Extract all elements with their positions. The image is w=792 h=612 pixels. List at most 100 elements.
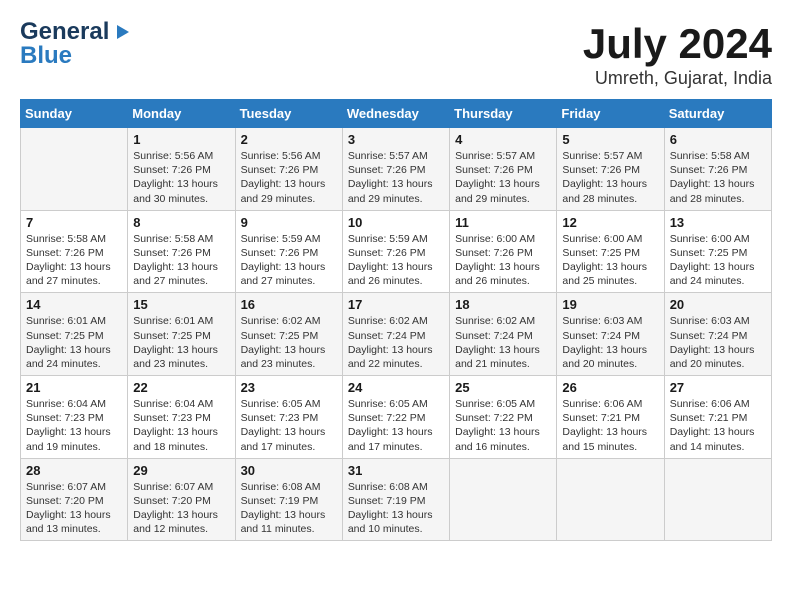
day-number: 12	[562, 215, 658, 230]
day-number: 30	[241, 463, 337, 478]
calendar-cell: 17 Sunrise: 6:02 AM Sunset: 7:24 PM Dayli…	[342, 293, 449, 376]
day-info: Sunrise: 6:01 AM Sunset: 7:25 PM Dayligh…	[26, 314, 122, 371]
column-header-monday: Monday	[128, 100, 235, 128]
day-info: Sunrise: 6:05 AM Sunset: 7:23 PM Dayligh…	[241, 397, 337, 454]
calendar-cell: 24Sunrise: 6:05 AM Sunset: 7:22 PM Dayli…	[342, 376, 449, 459]
day-number: 16	[241, 297, 337, 312]
calendar-cell: 7 Sunrise: 5:58 AM Sunset: 7:26 PM Daylig…	[21, 210, 128, 293]
day-number: 6	[670, 132, 766, 147]
calendar-cell: 6 Sunrise: 5:58 AM Sunset: 7:26 PM Daylig…	[664, 128, 771, 211]
day-number: 20	[670, 297, 766, 312]
calendar-header-row: SundayMondayTuesdayWednesdayThursdayFrid…	[21, 100, 772, 128]
day-number: 3	[348, 132, 444, 147]
day-info: Sunrise: 6:07 AM Sunset: 7:20 PM Dayligh…	[26, 480, 122, 537]
day-info: Sunrise: 5:56 AM Sunset: 7:26 PM Dayligh…	[133, 149, 229, 206]
day-number: 15	[133, 297, 229, 312]
day-number: 19	[562, 297, 658, 312]
day-info: Sunrise: 5:56 AM Sunset: 7:26 PM Dayligh…	[241, 149, 337, 206]
day-info: Sunrise: 6:00 AM Sunset: 7:26 PM Dayligh…	[455, 232, 551, 289]
day-number: 25	[455, 380, 551, 395]
calendar-cell: 30 Sunrise: 6:08 AM Sunset: 7:19 PM Dayli…	[235, 458, 342, 541]
day-number: 31	[348, 463, 444, 478]
calendar-cell: 10Sunrise: 5:59 AM Sunset: 7:26 PM Dayli…	[342, 210, 449, 293]
calendar-cell: 4 Sunrise: 5:57 AM Sunset: 7:26 PM Daylig…	[450, 128, 557, 211]
day-info: Sunrise: 5:59 AM Sunset: 7:26 PM Dayligh…	[348, 232, 444, 289]
calendar-cell: 20 Sunrise: 6:03 AM Sunset: 7:24 PM Dayli…	[664, 293, 771, 376]
calendar-cell: 9Sunrise: 5:59 AM Sunset: 7:26 PM Daylig…	[235, 210, 342, 293]
calendar-cell: 23 Sunrise: 6:05 AM Sunset: 7:23 PM Dayli…	[235, 376, 342, 459]
day-number: 1	[133, 132, 229, 147]
calendar-cell: 2 Sunrise: 5:56 AM Sunset: 7:26 PM Daylig…	[235, 128, 342, 211]
column-header-saturday: Saturday	[664, 100, 771, 128]
day-info: Sunrise: 6:05 AM Sunset: 7:22 PM Dayligh…	[455, 397, 551, 454]
calendar-cell	[557, 458, 664, 541]
day-number: 2	[241, 132, 337, 147]
calendar-cell: 19 Sunrise: 6:03 AM Sunset: 7:24 PM Dayli…	[557, 293, 664, 376]
day-info: Sunrise: 6:01 AM Sunset: 7:25 PM Dayligh…	[133, 314, 229, 371]
day-number: 21	[26, 380, 122, 395]
day-number: 13	[670, 215, 766, 230]
calendar-cell: 31Sunrise: 6:08 AM Sunset: 7:19 PM Dayli…	[342, 458, 449, 541]
day-number: 14	[26, 297, 122, 312]
day-info: Sunrise: 5:58 AM Sunset: 7:26 PM Dayligh…	[26, 232, 122, 289]
day-info: Sunrise: 5:57 AM Sunset: 7:26 PM Dayligh…	[455, 149, 551, 206]
month-year-title: July 2024	[583, 20, 772, 68]
day-info: Sunrise: 6:02 AM Sunset: 7:24 PM Dayligh…	[455, 314, 551, 371]
calendar-week-row: 7 Sunrise: 5:58 AM Sunset: 7:26 PM Daylig…	[21, 210, 772, 293]
calendar-cell: 29Sunrise: 6:07 AM Sunset: 7:20 PM Dayli…	[128, 458, 235, 541]
day-info: Sunrise: 6:00 AM Sunset: 7:25 PM Dayligh…	[670, 232, 766, 289]
calendar-cell: 3 Sunrise: 5:57 AM Sunset: 7:26 PM Daylig…	[342, 128, 449, 211]
day-number: 27	[670, 380, 766, 395]
day-number: 22	[133, 380, 229, 395]
logo-text: General	[20, 20, 109, 44]
day-info: Sunrise: 6:04 AM Sunset: 7:23 PM Dayligh…	[26, 397, 122, 454]
day-number: 7	[26, 215, 122, 230]
day-info: Sunrise: 6:08 AM Sunset: 7:19 PM Dayligh…	[241, 480, 337, 537]
location-subtitle: Umreth, Gujarat, India	[583, 68, 772, 89]
day-info: Sunrise: 6:02 AM Sunset: 7:24 PM Dayligh…	[348, 314, 444, 371]
day-number: 18	[455, 297, 551, 312]
day-info: Sunrise: 6:02 AM Sunset: 7:25 PM Dayligh…	[241, 314, 337, 371]
calendar-cell: 13 Sunrise: 6:00 AM Sunset: 7:25 PM Dayli…	[664, 210, 771, 293]
calendar-cell: 25 Sunrise: 6:05 AM Sunset: 7:22 PM Dayli…	[450, 376, 557, 459]
calendar-cell: 22 Sunrise: 6:04 AM Sunset: 7:23 PM Dayli…	[128, 376, 235, 459]
day-info: Sunrise: 5:58 AM Sunset: 7:26 PM Dayligh…	[670, 149, 766, 206]
day-info: Sunrise: 5:57 AM Sunset: 7:26 PM Dayligh…	[348, 149, 444, 206]
day-number: 4	[455, 132, 551, 147]
calendar-cell: 18 Sunrise: 6:02 AM Sunset: 7:24 PM Dayli…	[450, 293, 557, 376]
day-info: Sunrise: 6:00 AM Sunset: 7:25 PM Dayligh…	[562, 232, 658, 289]
calendar-cell: 12 Sunrise: 6:00 AM Sunset: 7:25 PM Dayli…	[557, 210, 664, 293]
day-number: 24	[348, 380, 444, 395]
day-info: Sunrise: 5:58 AM Sunset: 7:26 PM Dayligh…	[133, 232, 229, 289]
day-number: 23	[241, 380, 337, 395]
calendar-cell: 21 Sunrise: 6:04 AM Sunset: 7:23 PM Dayli…	[21, 376, 128, 459]
day-number: 9	[241, 215, 337, 230]
day-info: Sunrise: 6:03 AM Sunset: 7:24 PM Dayligh…	[670, 314, 766, 371]
day-info: Sunrise: 6:03 AM Sunset: 7:24 PM Dayligh…	[562, 314, 658, 371]
day-info: Sunrise: 6:04 AM Sunset: 7:23 PM Dayligh…	[133, 397, 229, 454]
logo-blue-text: Blue	[20, 44, 72, 68]
day-number: 5	[562, 132, 658, 147]
calendar-week-row: 14 Sunrise: 6:01 AM Sunset: 7:25 PM Dayli…	[21, 293, 772, 376]
day-number: 11	[455, 215, 551, 230]
day-info: Sunrise: 5:57 AM Sunset: 7:26 PM Dayligh…	[562, 149, 658, 206]
day-number: 8	[133, 215, 229, 230]
day-number: 28	[26, 463, 122, 478]
calendar-cell: 8 Sunrise: 5:58 AM Sunset: 7:26 PM Daylig…	[128, 210, 235, 293]
calendar-week-row: 21 Sunrise: 6:04 AM Sunset: 7:23 PM Dayli…	[21, 376, 772, 459]
calendar-cell: 1 Sunrise: 5:56 AM Sunset: 7:26 PM Daylig…	[128, 128, 235, 211]
calendar-cell: 5 Sunrise: 5:57 AM Sunset: 7:26 PM Daylig…	[557, 128, 664, 211]
calendar-cell: 14 Sunrise: 6:01 AM Sunset: 7:25 PM Dayli…	[21, 293, 128, 376]
column-header-tuesday: Tuesday	[235, 100, 342, 128]
day-number: 26	[562, 380, 658, 395]
column-header-sunday: Sunday	[21, 100, 128, 128]
calendar-title-block: July 2024 Umreth, Gujarat, India	[583, 20, 772, 89]
calendar-week-row: 1 Sunrise: 5:56 AM Sunset: 7:26 PM Daylig…	[21, 128, 772, 211]
calendar-cell: 27Sunrise: 6:06 AM Sunset: 7:21 PM Dayli…	[664, 376, 771, 459]
column-header-thursday: Thursday	[450, 100, 557, 128]
calendar-cell: 16 Sunrise: 6:02 AM Sunset: 7:25 PM Dayli…	[235, 293, 342, 376]
day-number: 17	[348, 297, 444, 312]
logo: General Blue	[20, 20, 133, 68]
calendar-cell	[450, 458, 557, 541]
calendar-table: SundayMondayTuesdayWednesdayThursdayFrid…	[20, 99, 772, 541]
